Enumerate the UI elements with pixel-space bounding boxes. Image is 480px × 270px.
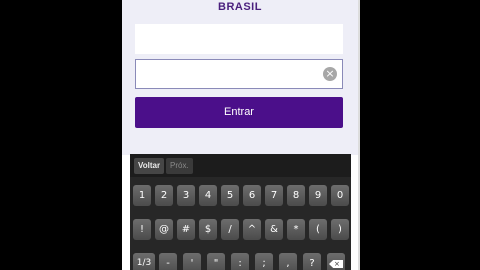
- key[interactable]: 8: [287, 185, 305, 206]
- key[interactable]: 9: [309, 185, 327, 206]
- password-input[interactable]: [136, 60, 332, 88]
- page-switch-key[interactable]: 1/3: [133, 253, 155, 270]
- key[interactable]: 3: [177, 185, 195, 206]
- key[interactable]: 7: [265, 185, 283, 206]
- key[interactable]: ,: [279, 253, 297, 270]
- key[interactable]: !: [133, 219, 151, 240]
- clear-icon[interactable]: ×: [323, 67, 337, 81]
- key[interactable]: (: [309, 219, 327, 240]
- backspace-key[interactable]: ×: [327, 253, 345, 270]
- keyboard-prev-button[interactable]: Voltar: [134, 158, 165, 174]
- key[interactable]: 1: [133, 185, 151, 206]
- key[interactable]: @: [155, 219, 173, 240]
- key[interactable]: -: [159, 253, 177, 270]
- login-screen: BRASIL × Entrar: [122, 0, 358, 155]
- key[interactable]: 2: [155, 185, 173, 206]
- frame-edge: [358, 0, 360, 270]
- key[interactable]: 4: [199, 185, 217, 206]
- key[interactable]: #: [177, 219, 195, 240]
- username-input[interactable]: [135, 24, 331, 52]
- key[interactable]: ': [183, 253, 201, 270]
- key[interactable]: ": [207, 253, 225, 270]
- password-field[interactable]: ×: [135, 59, 343, 89]
- key[interactable]: ): [331, 219, 349, 240]
- key[interactable]: &: [265, 219, 283, 240]
- key[interactable]: $: [199, 219, 217, 240]
- key[interactable]: 6: [243, 185, 261, 206]
- key[interactable]: *: [287, 219, 305, 240]
- key[interactable]: ?: [303, 253, 321, 270]
- key[interactable]: /: [221, 219, 239, 240]
- key[interactable]: :: [231, 253, 249, 270]
- key[interactable]: 0: [331, 185, 349, 206]
- key[interactable]: 5: [221, 185, 239, 206]
- username-field[interactable]: [135, 24, 343, 54]
- brand-title: BRASIL: [218, 1, 262, 13]
- key[interactable]: ;: [255, 253, 273, 270]
- keyboard-next-button[interactable]: Próx.: [166, 158, 193, 174]
- backspace-icon: ×: [329, 260, 343, 268]
- phone-screen: BRASIL × Entrar Voltar Próx. 1 2 3 4 5 6…: [122, 0, 358, 270]
- on-screen-keyboard: Voltar Próx. 1 2 3 4 5 6 7 8 9 0 ! @ # $…: [130, 154, 351, 270]
- login-button[interactable]: Entrar: [135, 97, 343, 128]
- key[interactable]: ^: [243, 219, 261, 240]
- keyboard-nav-bar: Voltar Próx.: [130, 154, 351, 177]
